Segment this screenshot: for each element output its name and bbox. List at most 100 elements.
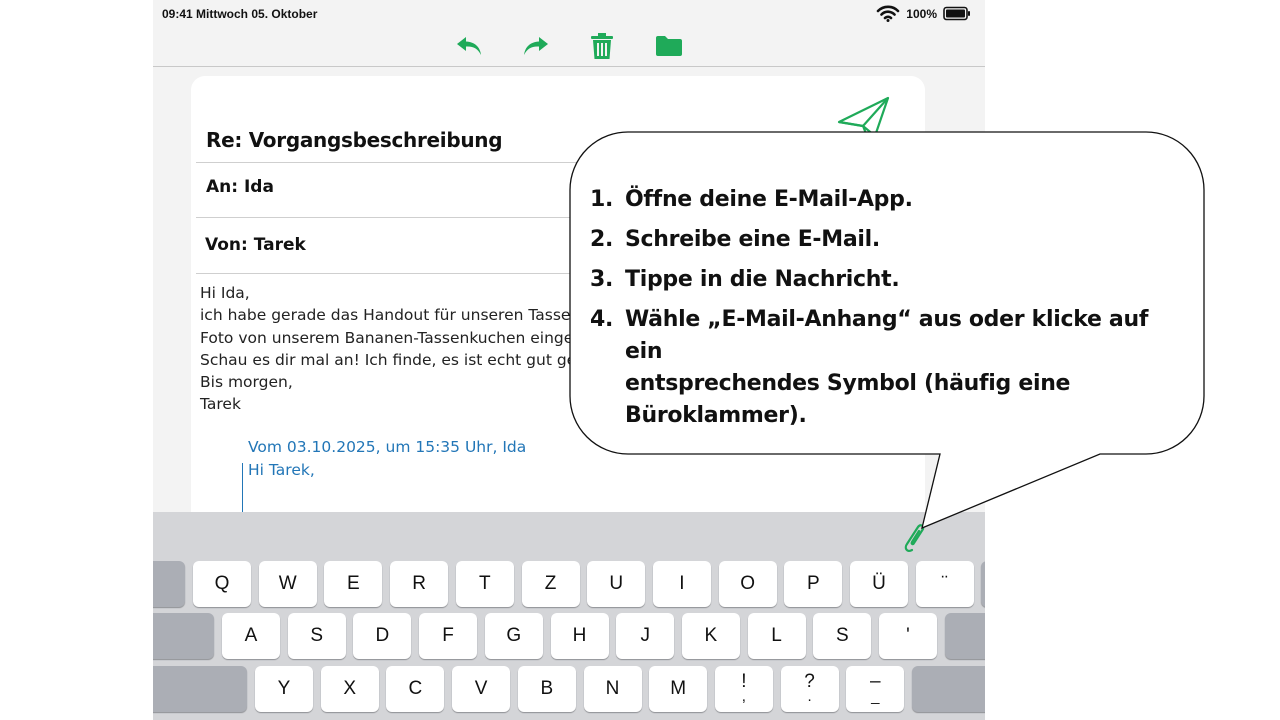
paperclip-icon [904, 524, 925, 552]
paper-plane-icon [837, 96, 890, 138]
key-shift-right[interactable] [912, 666, 985, 712]
key-7[interactable]: M [649, 666, 708, 712]
instruction-step: 4. Wähle „E-Mail-Anhang“ aus oder klicke … [590, 307, 1149, 428]
instruction-steps: 1. Öffne deine E-Mail-App. 2. Schreibe ein… [590, 184, 1190, 440]
divider [196, 162, 925, 163]
key-4[interactable]: V [452, 666, 511, 712]
key-label: Z [544, 573, 557, 594]
move-to-folder-button[interactable] [652, 30, 686, 62]
key-label: B [540, 678, 554, 699]
folder-icon [656, 36, 682, 56]
key-label: V [474, 678, 488, 699]
key-label: T [478, 573, 491, 594]
key-7[interactable]: U [587, 561, 646, 607]
key-label: P [806, 573, 820, 594]
key-sublabel: , [741, 688, 746, 705]
quoted-mail-greeting: Hi Tarek, [248, 461, 315, 479]
key-label: H [572, 625, 587, 646]
key-shift-left[interactable] [153, 666, 247, 712]
key-5[interactable]: G [484, 613, 543, 659]
status-time-date: 09:41 Mittwoch 05. Oktober [162, 7, 318, 21]
instruction-step: 2. Schreibe eine E-Mail. [590, 227, 880, 252]
key-11[interactable]: ' [879, 613, 937, 659]
slide: 09:41 Mittwoch 05. Oktober 100% Re: Vorg… [0, 0, 1280, 720]
key-6[interactable]: Z [521, 561, 580, 607]
key-9[interactable]: L [747, 613, 806, 659]
key-label: G [506, 625, 522, 646]
key-8[interactable]: !, [714, 666, 773, 712]
key-2[interactable]: X [320, 666, 379, 712]
onscreen-keyboard: Q W E R T Z U I O P Ü ¨ A S D F G H J K L S ' Y X C V B N M!,?. – _ [153, 512, 985, 720]
key-label: K [704, 625, 718, 646]
key-8[interactable]: K [681, 613, 740, 659]
key-label: X [343, 678, 357, 699]
key-label: D [375, 625, 390, 646]
key-label: O [740, 573, 755, 594]
mail-toolbar [153, 28, 985, 66]
send-button[interactable] [837, 96, 891, 138]
key-return[interactable] [945, 613, 985, 659]
key-label: S [310, 625, 324, 646]
key-10[interactable]: S [813, 613, 872, 659]
delete-button[interactable] [585, 30, 619, 62]
key-10[interactable]: – _ [846, 666, 905, 712]
key-11[interactable]: Ü [850, 561, 908, 607]
key-2[interactable]: S [287, 613, 346, 659]
attachment-button[interactable] [903, 520, 929, 554]
key-label: C [408, 678, 423, 699]
key-1[interactable]: A [222, 613, 280, 659]
key-label: ! [741, 671, 747, 692]
key-label: J [640, 625, 650, 646]
key-5[interactable]: B [517, 666, 576, 712]
mail-from-field[interactable]: Von: Tarek [205, 235, 306, 255]
key-6[interactable]: H [550, 613, 609, 659]
key-label: N [605, 678, 620, 699]
key-label: M [670, 678, 687, 699]
key-label: U [609, 573, 624, 594]
key-label: ? [804, 671, 815, 692]
key-label: Ü [872, 573, 886, 594]
key-sublabel: _ [871, 688, 880, 705]
key-label: – [870, 671, 881, 692]
instruction-step: 1. Öffne deine E-Mail-App. [590, 187, 913, 212]
key-8[interactable]: I [652, 561, 711, 607]
key-label: S [835, 625, 849, 646]
key-9[interactable]: ?. [780, 666, 839, 712]
toolbar-divider [153, 66, 985, 67]
key-4[interactable]: R [390, 561, 449, 607]
mail-to-field[interactable]: An: Ida [206, 177, 274, 197]
key-2[interactable]: W [258, 561, 317, 607]
key-10[interactable]: P [784, 561, 843, 607]
battery-percent: 100% [906, 6, 937, 21]
key-3[interactable]: D [353, 613, 412, 659]
reply-button[interactable] [452, 30, 486, 62]
key-label: R [412, 573, 426, 594]
instruction-step: 3. Tippe in die Nachricht. [590, 267, 900, 292]
key-caps[interactable] [153, 613, 214, 659]
key-9[interactable]: O [718, 561, 777, 607]
key-sublabel: . [807, 688, 812, 705]
key-label: E [347, 573, 360, 594]
key-7[interactable]: J [616, 613, 675, 659]
key-3[interactable]: E [324, 561, 383, 607]
key-label: ' [906, 625, 910, 646]
wifi-icon [876, 5, 900, 22]
forward-icon [524, 37, 548, 55]
forward-button[interactable] [519, 30, 553, 62]
mail-subject[interactable]: Re: Vorgangsbeschreibung [206, 128, 503, 152]
key-12[interactable]: ¨ [915, 561, 974, 607]
key-1[interactable]: Y [255, 666, 313, 712]
key-5[interactable]: T [455, 561, 514, 607]
key-label: I [679, 573, 685, 594]
key-label: F [442, 625, 454, 646]
key-tab[interactable] [153, 561, 185, 607]
status-indicators: 100% [876, 5, 971, 22]
key-backspace[interactable] [981, 561, 985, 607]
key-4[interactable]: F [419, 613, 478, 659]
key-label: W [278, 573, 297, 594]
key-6[interactable]: N [583, 666, 642, 712]
key-label: Q [214, 573, 230, 594]
key-3[interactable]: C [386, 666, 445, 712]
key-label: Y [277, 678, 291, 699]
key-1[interactable]: Q [193, 561, 251, 607]
